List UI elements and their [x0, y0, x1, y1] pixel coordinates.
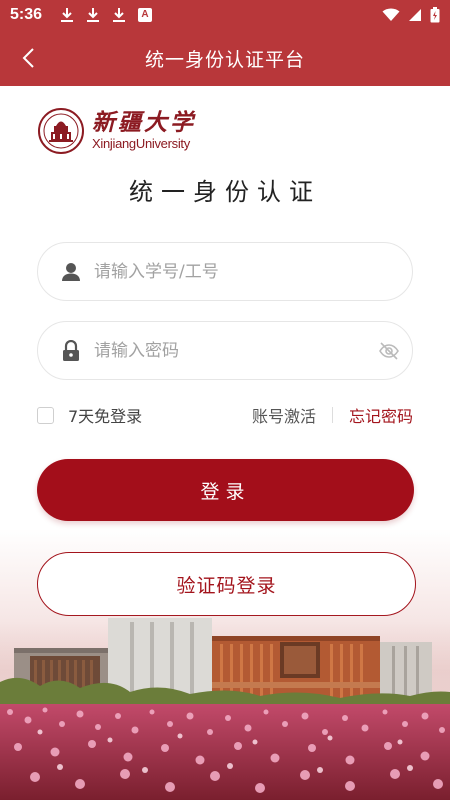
- university-seal-icon: [38, 108, 84, 154]
- campus-photo: [0, 612, 450, 800]
- remember-checkbox[interactable]: [37, 406, 54, 424]
- back-button[interactable]: [10, 40, 46, 76]
- page-title: 统一身份认证平台: [144, 48, 305, 71]
- user-icon: [60, 261, 82, 283]
- sms-login-button[interactable]: 验证码登录: [37, 552, 416, 616]
- lock-icon: [60, 339, 82, 362]
- download-icon: [113, 8, 126, 22]
- university-logo: 新疆大学 XinjiangUniversity: [38, 108, 196, 154]
- divider: [331, 407, 333, 423]
- a-badge-icon: A: [138, 8, 153, 22]
- system-icons: [382, 7, 440, 23]
- username-field[interactable]: [37, 242, 413, 301]
- download-icon: [61, 8, 74, 22]
- remember-label[interactable]: 7天免登录: [68, 403, 142, 427]
- battery-charging-icon: [430, 7, 440, 23]
- notification-icons: A: [60, 7, 153, 23]
- signal-icon: [409, 9, 421, 21]
- eye-slash-icon[interactable]: [378, 340, 400, 362]
- activate-account-link[interactable]: 账号激活: [252, 403, 316, 427]
- login-heading: 统一身份认证: [129, 178, 321, 206]
- header-bar: 统一身份认证平台: [0, 30, 450, 86]
- account-links: 账号激活 忘记密码: [252, 403, 413, 427]
- chevron-left-icon: [22, 48, 34, 68]
- download-icon: [87, 8, 100, 22]
- username-input[interactable]: [94, 261, 364, 282]
- login-options: 7天免登录 账号激活 忘记密码: [37, 402, 413, 428]
- wifi-icon: [382, 8, 400, 21]
- password-field[interactable]: [37, 321, 413, 380]
- password-input[interactable]: [94, 340, 364, 361]
- logo-chinese-name: 新疆大学: [92, 109, 196, 136]
- status-bar: 5:36 A: [0, 0, 450, 30]
- logo-text: 新疆大学 XinjiangUniversity: [92, 110, 196, 152]
- forgot-password-link[interactable]: 忘记密码: [349, 403, 413, 427]
- status-time: 5:36: [10, 6, 43, 23]
- logo-english-name: XinjiangUniversity: [92, 136, 190, 151]
- login-button[interactable]: 登录: [37, 459, 414, 521]
